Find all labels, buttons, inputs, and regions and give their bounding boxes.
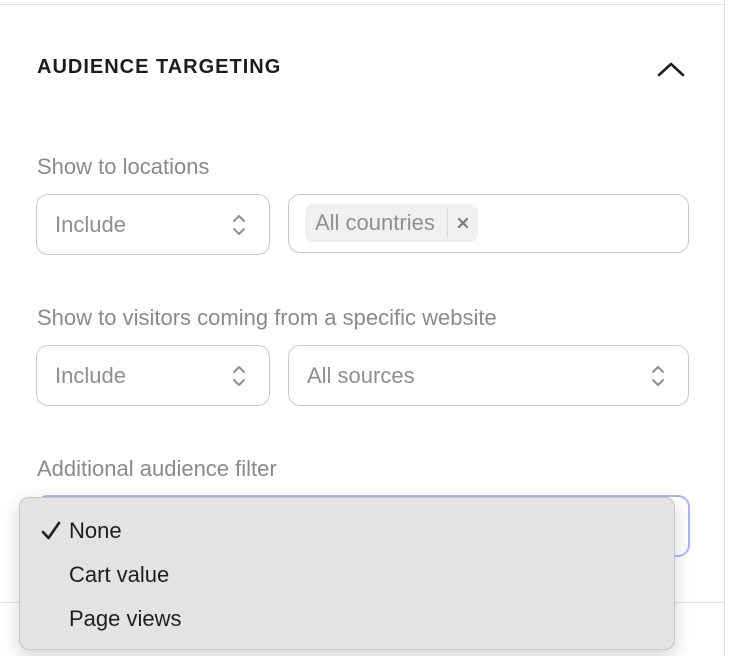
locations-label: Show to locations bbox=[37, 154, 210, 179]
top-divider bbox=[0, 4, 724, 5]
referrer-source-select[interactable]: All sources bbox=[288, 345, 689, 406]
checkmark-icon bbox=[41, 521, 61, 540]
audience-filter-dropdown-menu: None Cart value Page views bbox=[19, 497, 675, 650]
audience-filter-label: Additional audience filter bbox=[37, 456, 277, 481]
dropdown-option-none[interactable]: None bbox=[20, 509, 674, 553]
locations-tag-input[interactable]: All countries bbox=[288, 194, 689, 253]
locations-mode-select[interactable]: Include bbox=[36, 194, 270, 255]
dropdown-option-cart-value[interactable]: Cart value bbox=[20, 553, 674, 597]
dropdown-option-label: Cart value bbox=[69, 562, 170, 587]
dropdown-option-label: Page views bbox=[69, 606, 182, 631]
referrer-label: Show to visitors coming from a specific … bbox=[37, 305, 497, 330]
chevron-up-icon bbox=[657, 62, 685, 77]
collapse-toggle-button[interactable] bbox=[652, 50, 690, 88]
chevron-up-down-icon bbox=[233, 214, 245, 235]
country-tag: All countries bbox=[305, 204, 478, 242]
close-icon bbox=[457, 217, 468, 229]
section-title: AUDIENCE TARGETING bbox=[37, 56, 282, 78]
referrer-source-value: All sources bbox=[307, 362, 415, 388]
chevron-up-down-icon bbox=[652, 365, 664, 386]
remove-tag-button[interactable] bbox=[448, 204, 478, 242]
referrer-mode-select[interactable]: Include bbox=[36, 345, 270, 406]
locations-mode-value: Include bbox=[55, 211, 126, 237]
chevron-up-down-icon bbox=[233, 365, 245, 386]
dropdown-option-page-views[interactable]: Page views bbox=[20, 597, 674, 641]
referrer-mode-value: Include bbox=[55, 362, 126, 388]
country-tag-label: All countries bbox=[315, 210, 435, 235]
dropdown-option-label: None bbox=[69, 518, 122, 543]
